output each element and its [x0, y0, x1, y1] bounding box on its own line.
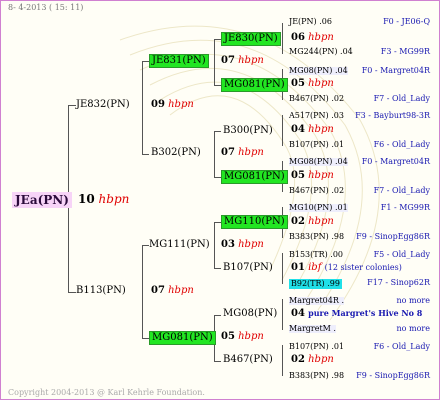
- connector: [68, 105, 76, 106]
- gen3-queen-c[interactable]: B300(PN): [223, 126, 273, 136]
- gen4-info: F1 - MG99R: [380, 203, 430, 212]
- root-queen-name[interactable]: JEa(PN): [12, 192, 72, 208]
- gen3-queen-a[interactable]: JE830(PN): [221, 32, 281, 46]
- connector: [142, 245, 149, 246]
- connector: [142, 338, 149, 339]
- connector: [282, 253, 283, 284]
- connector: [214, 268, 221, 269]
- gen3-queen-e[interactable]: MG110(PN): [221, 215, 288, 229]
- gen2-year-b: 07 hbpn: [221, 147, 264, 158]
- connector: [142, 61, 149, 62]
- connector: [68, 292, 76, 293]
- gen4-row[interactable]: MG10(PN) .01: [289, 204, 348, 212]
- gen4-row[interactable]: B153(TR) .00: [289, 251, 343, 259]
- gen4-row[interactable]: MargretM .: [289, 325, 336, 333]
- gen4-row[interactable]: A517(PN) .03: [289, 112, 344, 120]
- gen2-queen-c[interactable]: MG111(PN): [149, 240, 210, 250]
- gen1-year-b: 07 hbpn: [151, 285, 194, 296]
- connector: [142, 61, 143, 154]
- gen3-year-h: 02 hbpn: [291, 354, 334, 365]
- gen4-row[interactable]: B107(PN) .01: [289, 343, 344, 351]
- gen2-year-a: 07 hbpn: [221, 55, 264, 66]
- connector: [282, 115, 283, 146]
- gen3-queen-g[interactable]: MG08(PN): [223, 309, 277, 319]
- gen4-info: F9 - SinopEgg86R: [356, 232, 430, 241]
- gen4-row[interactable]: Margret04R .: [289, 297, 344, 305]
- gen3-queen-f[interactable]: B107(PN): [223, 263, 273, 273]
- gen3-queen-b[interactable]: MG081(PN): [221, 78, 288, 92]
- connector: [282, 299, 283, 330]
- gen4-info: F7 - Old_Lady: [373, 186, 430, 195]
- gen1-queen-a[interactable]: JE832(PN): [76, 100, 130, 110]
- gen4-info: F6 - Old_Lady: [373, 140, 430, 149]
- gen4-info: F6 - Old_Lady: [373, 342, 430, 351]
- print-date: 8- 4-2013 ( 15: 11): [8, 3, 84, 12]
- connector: [214, 85, 221, 86]
- gen4-info: F9 - SinopEgg86R: [356, 371, 430, 380]
- connector: [142, 154, 149, 155]
- gen4-row[interactable]: B383(PN) .98: [289, 233, 344, 241]
- gen4-row[interactable]: MG08(PN) .04: [289, 158, 348, 166]
- gen4-info: F17 - Sinop62R: [367, 278, 430, 287]
- connector: [282, 345, 283, 376]
- connector: [214, 315, 221, 316]
- gen1-year-a: 09 hbpn: [151, 99, 194, 110]
- gen3-queen-d[interactable]: MG081(PN): [221, 170, 288, 184]
- connector: [214, 222, 221, 223]
- root-queen-year: 10 hbpn: [78, 192, 130, 206]
- gen2-year-c: 03 hbpn: [221, 239, 264, 250]
- gen4-info: F0 - JE06-Q: [383, 17, 430, 26]
- connector: [214, 39, 215, 85]
- gen4-row[interactable]: JE(PN) .06: [289, 18, 332, 26]
- gen3-year-c: 04 hbpn: [291, 124, 334, 135]
- connector: [214, 222, 215, 268]
- gen4-info: F5 - Old_Lady: [373, 250, 430, 259]
- gen4-row[interactable]: B467(PN) .02: [289, 187, 344, 195]
- connector: [214, 131, 215, 177]
- gen4-row[interactable]: B383(PN) .98: [289, 372, 344, 380]
- gen2-year-d: 05 hbpn: [221, 331, 264, 342]
- gen4-info: F3 - MG99R: [380, 47, 430, 56]
- gen4-info: no more: [396, 324, 430, 333]
- gen3-year-e: 02 hbpn: [291, 216, 334, 227]
- connector: [214, 131, 221, 132]
- gen4-row[interactable]: B467(PN) .02: [289, 95, 344, 103]
- gen4-info: no more: [396, 296, 430, 305]
- gen3-year-a: 06 hbpn: [291, 32, 334, 43]
- gen4-info: F3 - Bayburt98-3R: [355, 111, 430, 120]
- gen2-queen-a[interactable]: JE831(PN): [149, 54, 209, 68]
- gen4-info: F7 - Old_Lady: [373, 94, 430, 103]
- gen3-queen-h[interactable]: B467(PN): [223, 355, 273, 365]
- connector: [214, 361, 221, 362]
- gen3-year-b: 05 hbpn: [291, 78, 334, 89]
- gen2-queen-b[interactable]: B302(PN): [151, 148, 201, 158]
- gen4-row[interactable]: MG244(PN) .04: [289, 48, 353, 56]
- copyright: Copyright 2004-2013 @ Karl Kehrle Founda…: [8, 388, 205, 397]
- gen4-row[interactable]: B107(PN) .01: [289, 141, 344, 149]
- gen3-year-f: 01 ibf (12 sister colonies): [291, 262, 402, 273]
- connector: [142, 245, 143, 338]
- connector: [282, 23, 283, 54]
- connector: [214, 39, 221, 40]
- gen4-row[interactable]: MG08(PN) .04: [289, 67, 348, 75]
- gen4-row[interactable]: B92(TR) .99: [289, 279, 342, 289]
- gen4-info: F0 - Margret04R: [361, 157, 430, 166]
- gen2-queen-d[interactable]: MG081(PN): [149, 331, 216, 345]
- gen3-year-d: 05 hbpn: [291, 170, 334, 181]
- gen1-queen-b[interactable]: B113(PN): [76, 286, 126, 296]
- connector: [214, 177, 221, 178]
- gen3-year-g: 04 pure Margret's Hive No 8: [291, 308, 423, 319]
- gen4-info: F0 - Margret04R: [361, 66, 430, 75]
